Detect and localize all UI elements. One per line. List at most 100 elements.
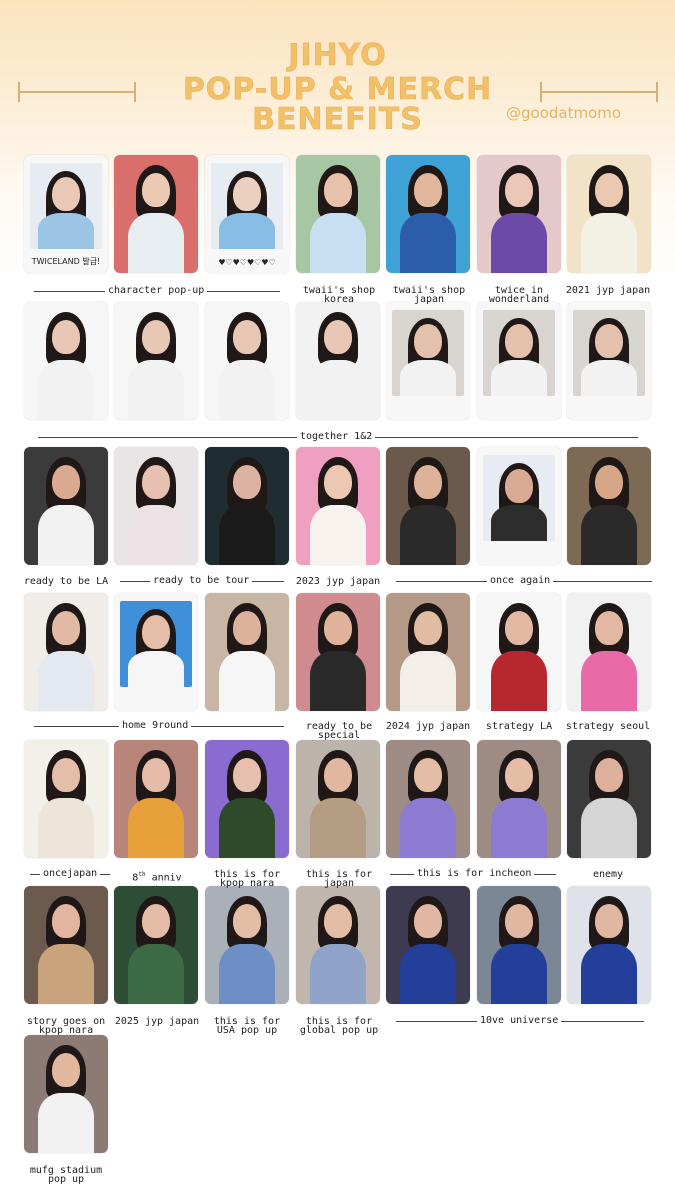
photocard xyxy=(296,447,380,565)
header: JIHYO POP-UP & MERCH BENEFITS @goodatmom… xyxy=(0,0,675,150)
photocard xyxy=(567,447,651,565)
face-shape xyxy=(505,904,533,938)
outfit-shape xyxy=(38,1093,94,1153)
photocard xyxy=(114,155,198,273)
group-label-tour: ready to be tour xyxy=(150,575,253,586)
label-ready-special: ready to be special xyxy=(305,721,373,741)
photocard xyxy=(205,447,289,565)
outfit-shape xyxy=(581,213,637,273)
outfit-shape xyxy=(219,213,275,249)
label-story-goes-on: story goes on kpop nara xyxy=(26,1016,106,1036)
label-kpop-nara: this is for kpop nara xyxy=(213,869,281,889)
outfit-shape xyxy=(219,505,275,565)
outfit-shape xyxy=(581,651,637,711)
label-jyp-2023: 2023 jyp japan xyxy=(295,576,381,587)
face-shape xyxy=(324,758,352,792)
outfit-shape xyxy=(400,798,456,858)
photocard xyxy=(296,155,380,273)
face-shape xyxy=(52,904,80,938)
photocard xyxy=(567,886,651,1004)
photocard xyxy=(24,302,108,420)
face-shape xyxy=(505,324,533,358)
photocard xyxy=(477,740,561,858)
group-label-home: home 9round xyxy=(119,720,192,731)
outfit-shape xyxy=(38,944,94,1004)
photocard xyxy=(477,155,561,273)
photocard: TWICELAND 발급! xyxy=(24,155,108,273)
photocard xyxy=(296,302,380,420)
face-shape xyxy=(233,320,261,354)
face-shape xyxy=(233,465,261,499)
face-shape xyxy=(595,611,623,645)
face-shape xyxy=(505,611,533,645)
face-shape xyxy=(324,173,352,207)
photocard xyxy=(24,740,108,858)
face-shape xyxy=(595,324,623,358)
face-shape xyxy=(324,904,352,938)
photocard xyxy=(205,302,289,420)
label-twaii-korea: twaii's shop korea xyxy=(302,285,376,305)
polaroid-photo xyxy=(30,163,102,249)
face-shape xyxy=(52,1053,80,1087)
group-label-once-again: once again xyxy=(487,575,554,586)
outfit-shape xyxy=(400,213,456,273)
group-label-universe: 10ve universe xyxy=(477,1015,562,1026)
photocard xyxy=(567,593,651,711)
face-shape xyxy=(142,320,170,354)
outfit-shape xyxy=(310,798,366,858)
photocard xyxy=(24,447,108,565)
outfit-shape xyxy=(400,505,456,565)
group-label-character: character pop-up xyxy=(105,285,208,296)
label-ready-la: ready to be LA xyxy=(23,576,109,587)
face-shape xyxy=(414,324,442,358)
outfit-shape xyxy=(128,505,184,565)
photocard xyxy=(114,886,198,1004)
photocard xyxy=(386,886,470,1004)
outfit-shape xyxy=(581,505,637,565)
outfit-shape xyxy=(128,213,184,273)
photocard: ♥♡♥♡♥♡♥♡ xyxy=(205,155,289,273)
label-usa-pop-up: this is for USA pop up xyxy=(213,1016,281,1036)
outfit-shape xyxy=(400,360,456,396)
face-shape xyxy=(505,758,533,792)
outfit-shape xyxy=(128,798,184,858)
outfit-shape xyxy=(219,798,275,858)
photocard xyxy=(24,1035,108,1153)
outfit-shape xyxy=(128,944,184,1004)
outfit-shape xyxy=(491,651,547,711)
face-shape xyxy=(505,469,533,503)
photocard xyxy=(477,447,561,565)
face-shape xyxy=(595,465,623,499)
photocard xyxy=(477,593,561,711)
photocard xyxy=(24,593,108,711)
group-label-oncejapan: oncejapan xyxy=(40,868,101,879)
outfit-shape xyxy=(491,798,547,858)
label-japan: this is for japan xyxy=(305,869,373,889)
label-strategy-la: strategy LA xyxy=(485,721,553,732)
label-wonderland: twice in wonderland xyxy=(488,285,550,305)
label-jyp-2021: 2021 jyp japan xyxy=(565,285,651,296)
polaroid-caption: TWICELAND 발급! xyxy=(31,257,101,266)
photocard xyxy=(567,155,651,273)
photocard xyxy=(386,740,470,858)
outfit-shape xyxy=(219,944,275,1004)
photocard xyxy=(386,593,470,711)
outfit-shape xyxy=(491,505,547,541)
face-shape xyxy=(595,173,623,207)
face-shape xyxy=(233,758,261,792)
face-shape xyxy=(52,758,80,792)
face-shape xyxy=(414,173,442,207)
face-shape xyxy=(595,904,623,938)
group-label-together: together 1&2 xyxy=(297,431,376,442)
face-shape xyxy=(324,320,352,354)
photocard xyxy=(205,593,289,711)
face-shape xyxy=(505,173,533,207)
photocard xyxy=(296,593,380,711)
photocard xyxy=(386,302,470,420)
face-shape xyxy=(324,611,352,645)
photocard xyxy=(296,740,380,858)
outfit-shape xyxy=(310,213,366,273)
label-twaii-japan: twaii's shop japan xyxy=(392,285,466,305)
outfit-shape xyxy=(38,505,94,565)
face-shape xyxy=(233,904,261,938)
